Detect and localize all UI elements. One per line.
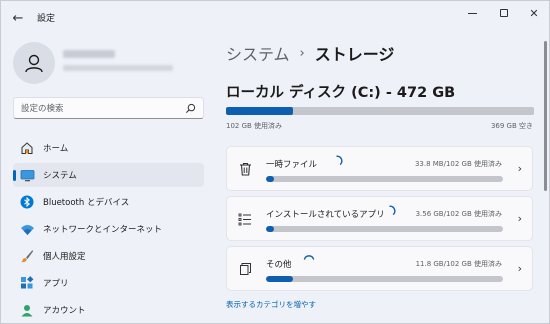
wifi-icon [19,221,35,237]
bluetooth-icon [19,194,35,210]
minimize-icon [467,12,477,14]
category-label: 一時ファイル [266,160,318,170]
sidebar-item-accounts[interactable]: アカウント [13,298,204,322]
sidebar-item-home[interactable]: ホーム [13,136,204,160]
category-usage: 33.8 MB/102 GB 使用済み [414,160,502,168]
close-icon: ✕ [529,6,539,20]
sidebar-item-network[interactable]: ネットワークとインターネット [13,217,204,241]
disk-usage-bar [226,107,534,115]
category-card-other[interactable]: その他 11.8 GB/102 GB 使用済み › [226,246,533,291]
category-usage-bar [266,176,503,182]
minimize-button[interactable] [456,1,488,25]
apps-icon [19,275,35,291]
category-usage-fill [266,276,294,282]
sidebar-item-label: システム [43,171,77,181]
sidebar-item-personalization[interactable]: 個人用設定 [13,244,204,268]
breadcrumb-separator: › [299,45,305,61]
category-usage-bar [266,226,503,232]
chevron-right-icon: › [517,212,522,225]
paintbrush-icon [19,248,35,264]
disk-free-label: 369 GB 空き [490,122,533,130]
chevron-right-icon: › [517,262,522,275]
monitor-icon [19,167,35,183]
sidebar-item-label: ホーム [43,144,69,154]
scrollbar[interactable] [544,41,547,191]
disk-used-label: 102 GB 使用済み [226,122,283,130]
category-usage-fill [266,176,275,182]
category-label: その他 [266,260,292,270]
sidebar-item-label: アプリ [43,279,69,289]
sidebar-item-label: Bluetooth とデバイス [43,198,130,208]
sidebar-item-label: 個人用設定 [43,252,86,262]
sidebar-item-label: ネットワークとインターネット [43,225,163,235]
search-box[interactable] [13,97,204,119]
search-input[interactable] [21,101,181,116]
back-button[interactable]: ← [7,7,29,29]
sidebar-item-bluetooth[interactable]: Bluetooth とデバイス [13,190,204,214]
user-email-blurred [63,65,173,71]
show-more-categories-link[interactable]: 表示するカテゴリを増やす [226,299,316,310]
search-icon[interactable] [185,103,196,114]
page-title: ストレージ [314,45,395,64]
back-arrow-icon: ← [12,10,24,26]
loading-spinner-icon [303,255,315,260]
other-files-icon [237,261,253,277]
chevron-right-icon: › [517,162,522,175]
sidebar-item-apps[interactable]: アプリ [13,271,204,295]
category-usage-fill [266,226,275,232]
category-usage: 11.8 GB/102 GB 使用済み [415,260,502,268]
account-icon [19,302,35,318]
disk-usage-fill [226,107,293,115]
sidebar-item-system[interactable]: システム [13,163,204,187]
category-card-temp-files[interactable]: 一時ファイル 33.8 MB/102 GB 使用済み › [226,146,533,191]
close-button[interactable]: ✕ [518,1,550,25]
category-label: インストールされているアプリ [266,210,385,220]
category-usage-bar [266,276,503,282]
installed-apps-icon [237,211,253,227]
maximize-icon [500,9,508,17]
app-title: 設定 [37,14,56,24]
category-usage: 3.56 GB/102 GB 使用済み [415,210,502,218]
sidebar-item-label: アカウント [43,306,86,316]
category-card-installed-apps[interactable]: インストールされているアプリ 3.56 GB/102 GB 使用済み › [226,196,533,241]
user-icon [25,54,43,73]
breadcrumb: システム › ストレージ [226,41,394,65]
avatar[interactable] [13,42,55,84]
title-bar: ← 設定 ✕ [1,1,549,33]
loading-spinner-icon [336,155,343,165]
maximize-button[interactable] [488,1,520,25]
active-indicator [13,170,16,181]
settings-window: ← 設定 ✕ 設定の検索 ホーム システム Bluetooth とデバイス ネッ… [0,0,550,324]
home-icon [19,140,35,156]
user-name-blurred [63,50,115,58]
trash-icon [237,161,253,177]
breadcrumb-parent[interactable]: システム [226,41,290,65]
loading-spinner-icon [389,205,396,215]
disk-title: ローカル ディスク (C:) - 472 GB [226,85,456,101]
